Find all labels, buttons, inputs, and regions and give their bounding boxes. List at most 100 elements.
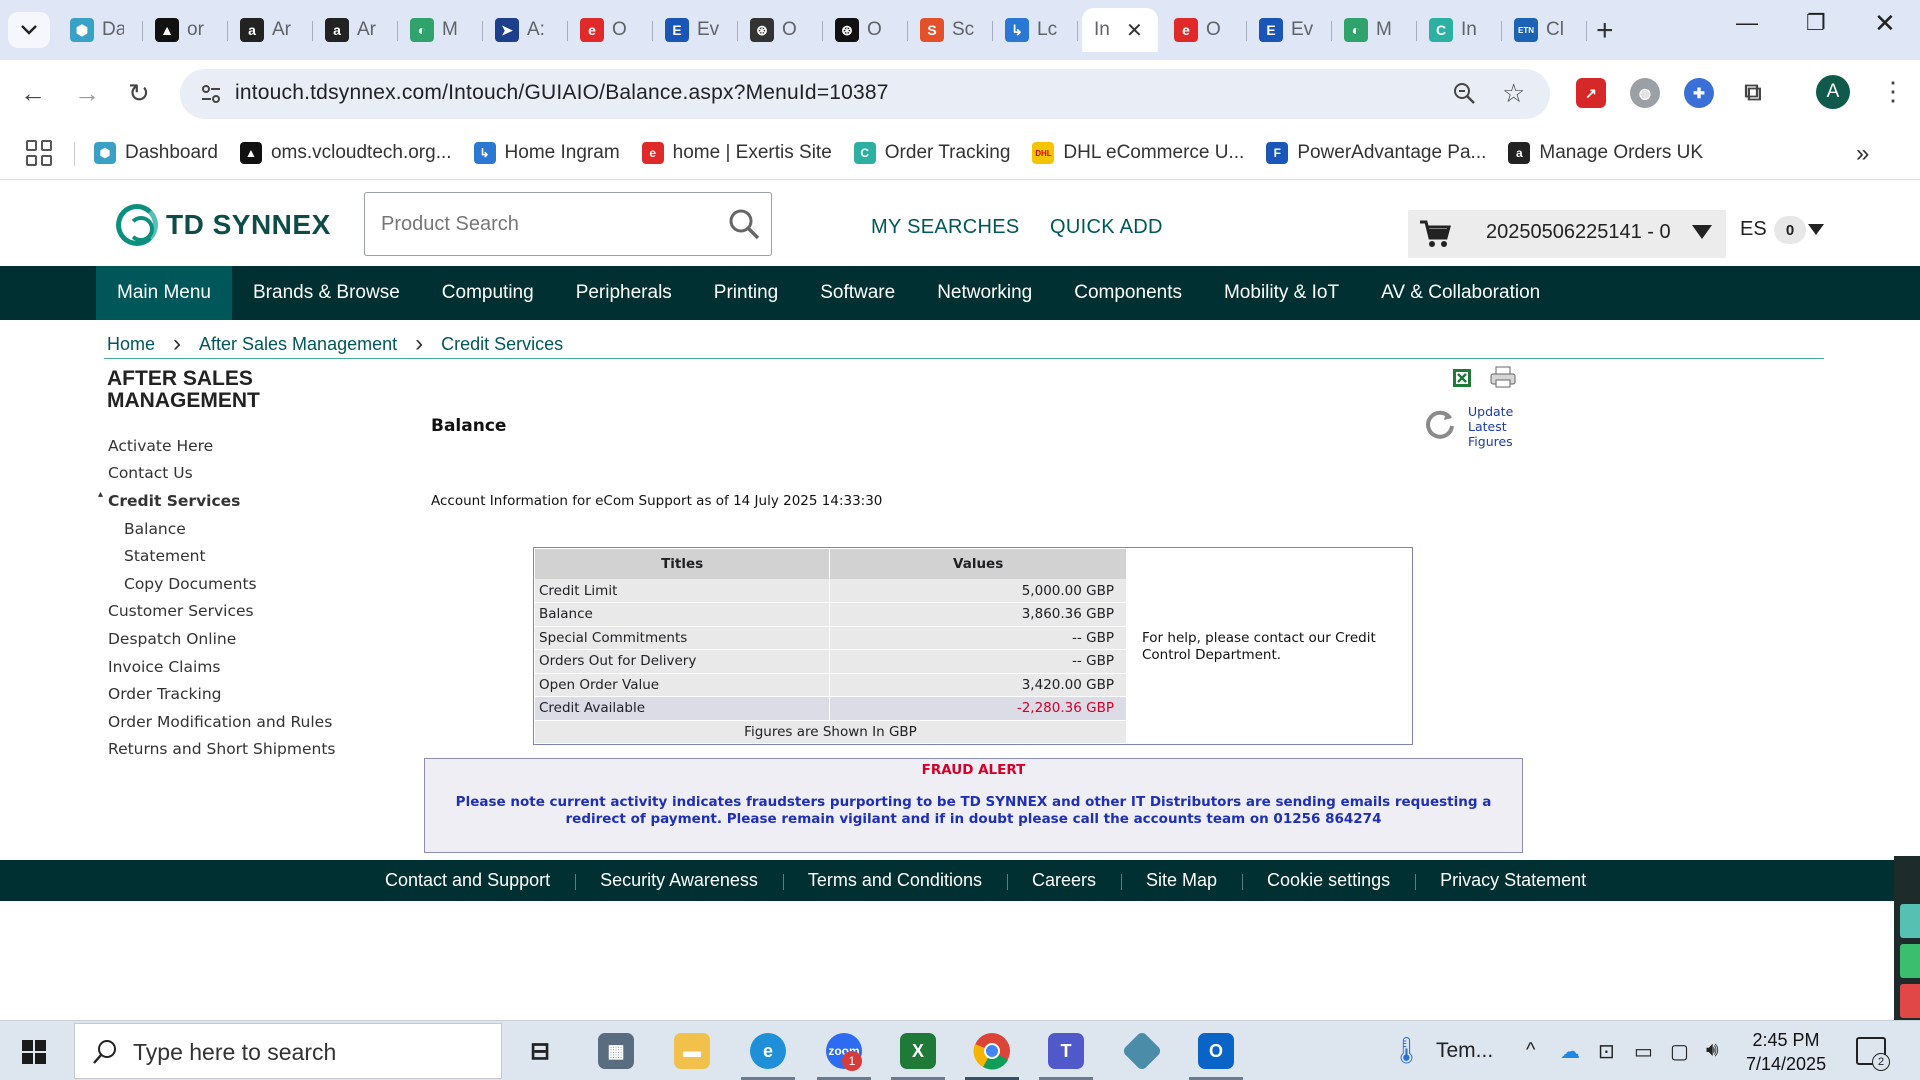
browser-tab[interactable]: ⊛ O [738, 8, 823, 52]
breadcrumb-link[interactable]: After Sales Management [199, 334, 397, 355]
bookmark-item[interactable]: a Manage Orders UK [1508, 138, 1703, 168]
side-widget-tab[interactable] [1900, 984, 1920, 1018]
breadcrumb-link[interactable]: Credit Services [441, 334, 563, 355]
browser-menu-icon[interactable]: ⋮ [1880, 76, 1906, 107]
language-dropdown-icon[interactable] [1808, 224, 1824, 235]
sidebar-item-copy-documents[interactable]: Copy Documents [108, 570, 335, 598]
nav-item-networking[interactable]: Networking [916, 266, 1053, 320]
browser-tab[interactable]: eO [1162, 8, 1247, 52]
cart-selector[interactable]: 20250506225141 - 0 [1408, 210, 1726, 258]
nav-item-peripherals[interactable]: Peripherals [555, 266, 693, 320]
browser-tab[interactable]: a Ar [313, 8, 398, 52]
support-extension-icon[interactable]: ✚ [1684, 78, 1714, 108]
sidebar-item-order-tracking[interactable]: Order Tracking [108, 680, 335, 708]
close-tab-icon[interactable]: ✕ [1126, 18, 1143, 43]
sidebar-item-contact-us[interactable]: Contact Us [108, 460, 335, 488]
nav-item-components[interactable]: Components [1053, 266, 1203, 320]
my-searches-link[interactable]: MY SEARCHES [871, 216, 1020, 239]
browser-tab[interactable]: eO [568, 8, 653, 52]
restore-button[interactable]: ❐ [1806, 10, 1826, 36]
browser-tab[interactable]: ⊛ O [823, 8, 908, 52]
new-tab-button[interactable]: + [1596, 14, 1614, 48]
security-icon[interactable]: ⊡ [1598, 1039, 1615, 1064]
extensions-puzzle-icon[interactable]: ⧉ [1738, 78, 1768, 108]
bookmark-item[interactable]: F PowerAdvantage Pa... [1266, 138, 1486, 168]
back-button[interactable]: ← [20, 78, 46, 109]
sidebar-item-customer-services[interactable]: Customer Services [108, 598, 335, 626]
tab-search-button[interactable] [8, 12, 50, 48]
footer-link-careers[interactable]: Careers [1006, 870, 1121, 891]
td-synnex-logo[interactable]: TD SYNNEX [116, 204, 331, 246]
weather-text[interactable]: Tem... [1436, 1039, 1493, 1063]
close-window-button[interactable]: ✕ [1874, 8, 1896, 39]
browser-tab[interactable]: a Ar [228, 8, 313, 52]
bookmark-star-icon[interactable]: ☆ [1502, 78, 1525, 109]
battery-icon[interactable]: ▭ [1634, 1039, 1653, 1064]
network-icon[interactable]: ▢ [1670, 1039, 1689, 1064]
sidebar-item-invoice-claims[interactable]: Invoice Claims [108, 653, 335, 681]
bookmark-item[interactable]: DHL DHL eCommerce U... [1032, 138, 1244, 168]
quick-add-link[interactable]: QUICK ADD [1050, 216, 1163, 239]
update-latest-figures-link[interactable]: Update Latest Figures [1468, 404, 1513, 449]
file-explorer-icon[interactable]: ▬ [670, 1029, 714, 1073]
browser-tab[interactable]: ▲ or [143, 8, 228, 52]
excel-icon[interactable]: X [896, 1029, 940, 1073]
taskbar-clock[interactable]: 2:45 PM 7/14/2025 [1746, 1028, 1826, 1076]
bookmark-item[interactable]: e home | Exertis Site [641, 138, 832, 168]
weather-thermometer-icon[interactable]: 🌡 [1390, 1035, 1423, 1066]
windows-start-icon[interactable] [22, 1040, 46, 1064]
footer-link-cookie-settings[interactable]: Cookie settings [1242, 870, 1415, 891]
sidebar-item-order-modification-and-rules[interactable]: Order Modification and Rules [108, 708, 335, 736]
bookmark-item[interactable]: ⬢ Dashboard [94, 138, 218, 168]
bookmark-item[interactable]: ▲ oms.vcloudtech.org... [239, 138, 452, 168]
sidebar-item-activate-here[interactable]: Activate Here [108, 432, 335, 460]
browser-tab[interactable]: ETN Cl [1502, 8, 1587, 52]
pdf-extension-icon[interactable]: ↗ [1576, 78, 1606, 108]
sidebar-item-balance[interactable]: Balance [108, 515, 335, 543]
volume-icon[interactable]: 🔊︎ [1706, 1039, 1719, 1062]
show-hidden-icons-icon[interactable]: ^ [1526, 1039, 1535, 1062]
site-info-icon[interactable] [198, 81, 224, 107]
address-bar[interactable]: intouch.tdsynnex.com/Intouch/GUIAIO/Bala… [180, 69, 1550, 119]
nav-item-mobility-iot[interactable]: Mobility & IoT [1203, 266, 1360, 320]
browser-tab[interactable]: ↳ Lc [993, 8, 1078, 52]
zoom-icon[interactable] [1452, 81, 1476, 111]
sidebar-item-returns-and-short-shipments[interactable]: Returns and Short Shipments [108, 736, 335, 764]
excel-export-icon[interactable] [1452, 368, 1472, 388]
nav-item-main-menu[interactable]: Main Menu [96, 266, 232, 320]
outlook-icon[interactable]: O [1194, 1029, 1238, 1073]
edge-icon[interactable]: e [746, 1029, 790, 1073]
app-hex-icon[interactable] [1120, 1029, 1164, 1073]
minimize-button[interactable]: — [1736, 10, 1758, 36]
search-icon[interactable] [727, 207, 761, 241]
profile-avatar[interactable]: A [1816, 75, 1850, 109]
browser-tab[interactable]: ⬢ Da [58, 8, 143, 52]
side-widget-tab[interactable] [1900, 904, 1920, 938]
footer-link-contact-and-support[interactable]: Contact and Support [360, 870, 575, 891]
sidebar-item-statement[interactable]: Statement [108, 542, 335, 570]
nav-item-computing[interactable]: Computing [421, 266, 555, 320]
nav-item-brands-browse[interactable]: Brands & Browse [232, 266, 421, 320]
bookmark-item[interactable]: ↳ Home Ingram [473, 138, 620, 168]
footer-link-terms-and-conditions[interactable]: Terms and Conditions [782, 870, 1007, 891]
browser-tab[interactable]: ◐ M [1332, 8, 1417, 52]
browser-tab[interactable]: C In [1417, 8, 1502, 52]
teams-icon[interactable]: T [1044, 1029, 1088, 1073]
chrome-icon[interactable] [970, 1029, 1014, 1073]
more-bookmarks-icon[interactable]: » [1856, 140, 1869, 168]
breadcrumb-link[interactable]: Home [107, 334, 155, 355]
bookmark-item[interactable]: C Order Tracking [853, 138, 1010, 168]
nav-item-printing[interactable]: Printing [693, 266, 799, 320]
sidebar-item-despatch-online[interactable]: Despatch Online [108, 625, 335, 653]
task-view-icon[interactable]: ⊟ [518, 1029, 562, 1073]
browser-tab[interactable]: ◐ M [398, 8, 483, 52]
refresh-icon[interactable] [1424, 408, 1456, 440]
apps-grid-icon[interactable] [26, 140, 52, 166]
reload-button[interactable]: ↻ [128, 78, 150, 109]
browser-tab[interactable]: ➤ A: [483, 8, 568, 52]
nav-item-software[interactable]: Software [799, 266, 916, 320]
footer-link-privacy-statement[interactable]: Privacy Statement [1415, 870, 1611, 891]
forward-button[interactable]: → [74, 78, 100, 109]
footer-link-site-map[interactable]: Site Map [1121, 870, 1242, 891]
sidebar-item-credit-services[interactable]: Credit Services [98, 487, 335, 515]
